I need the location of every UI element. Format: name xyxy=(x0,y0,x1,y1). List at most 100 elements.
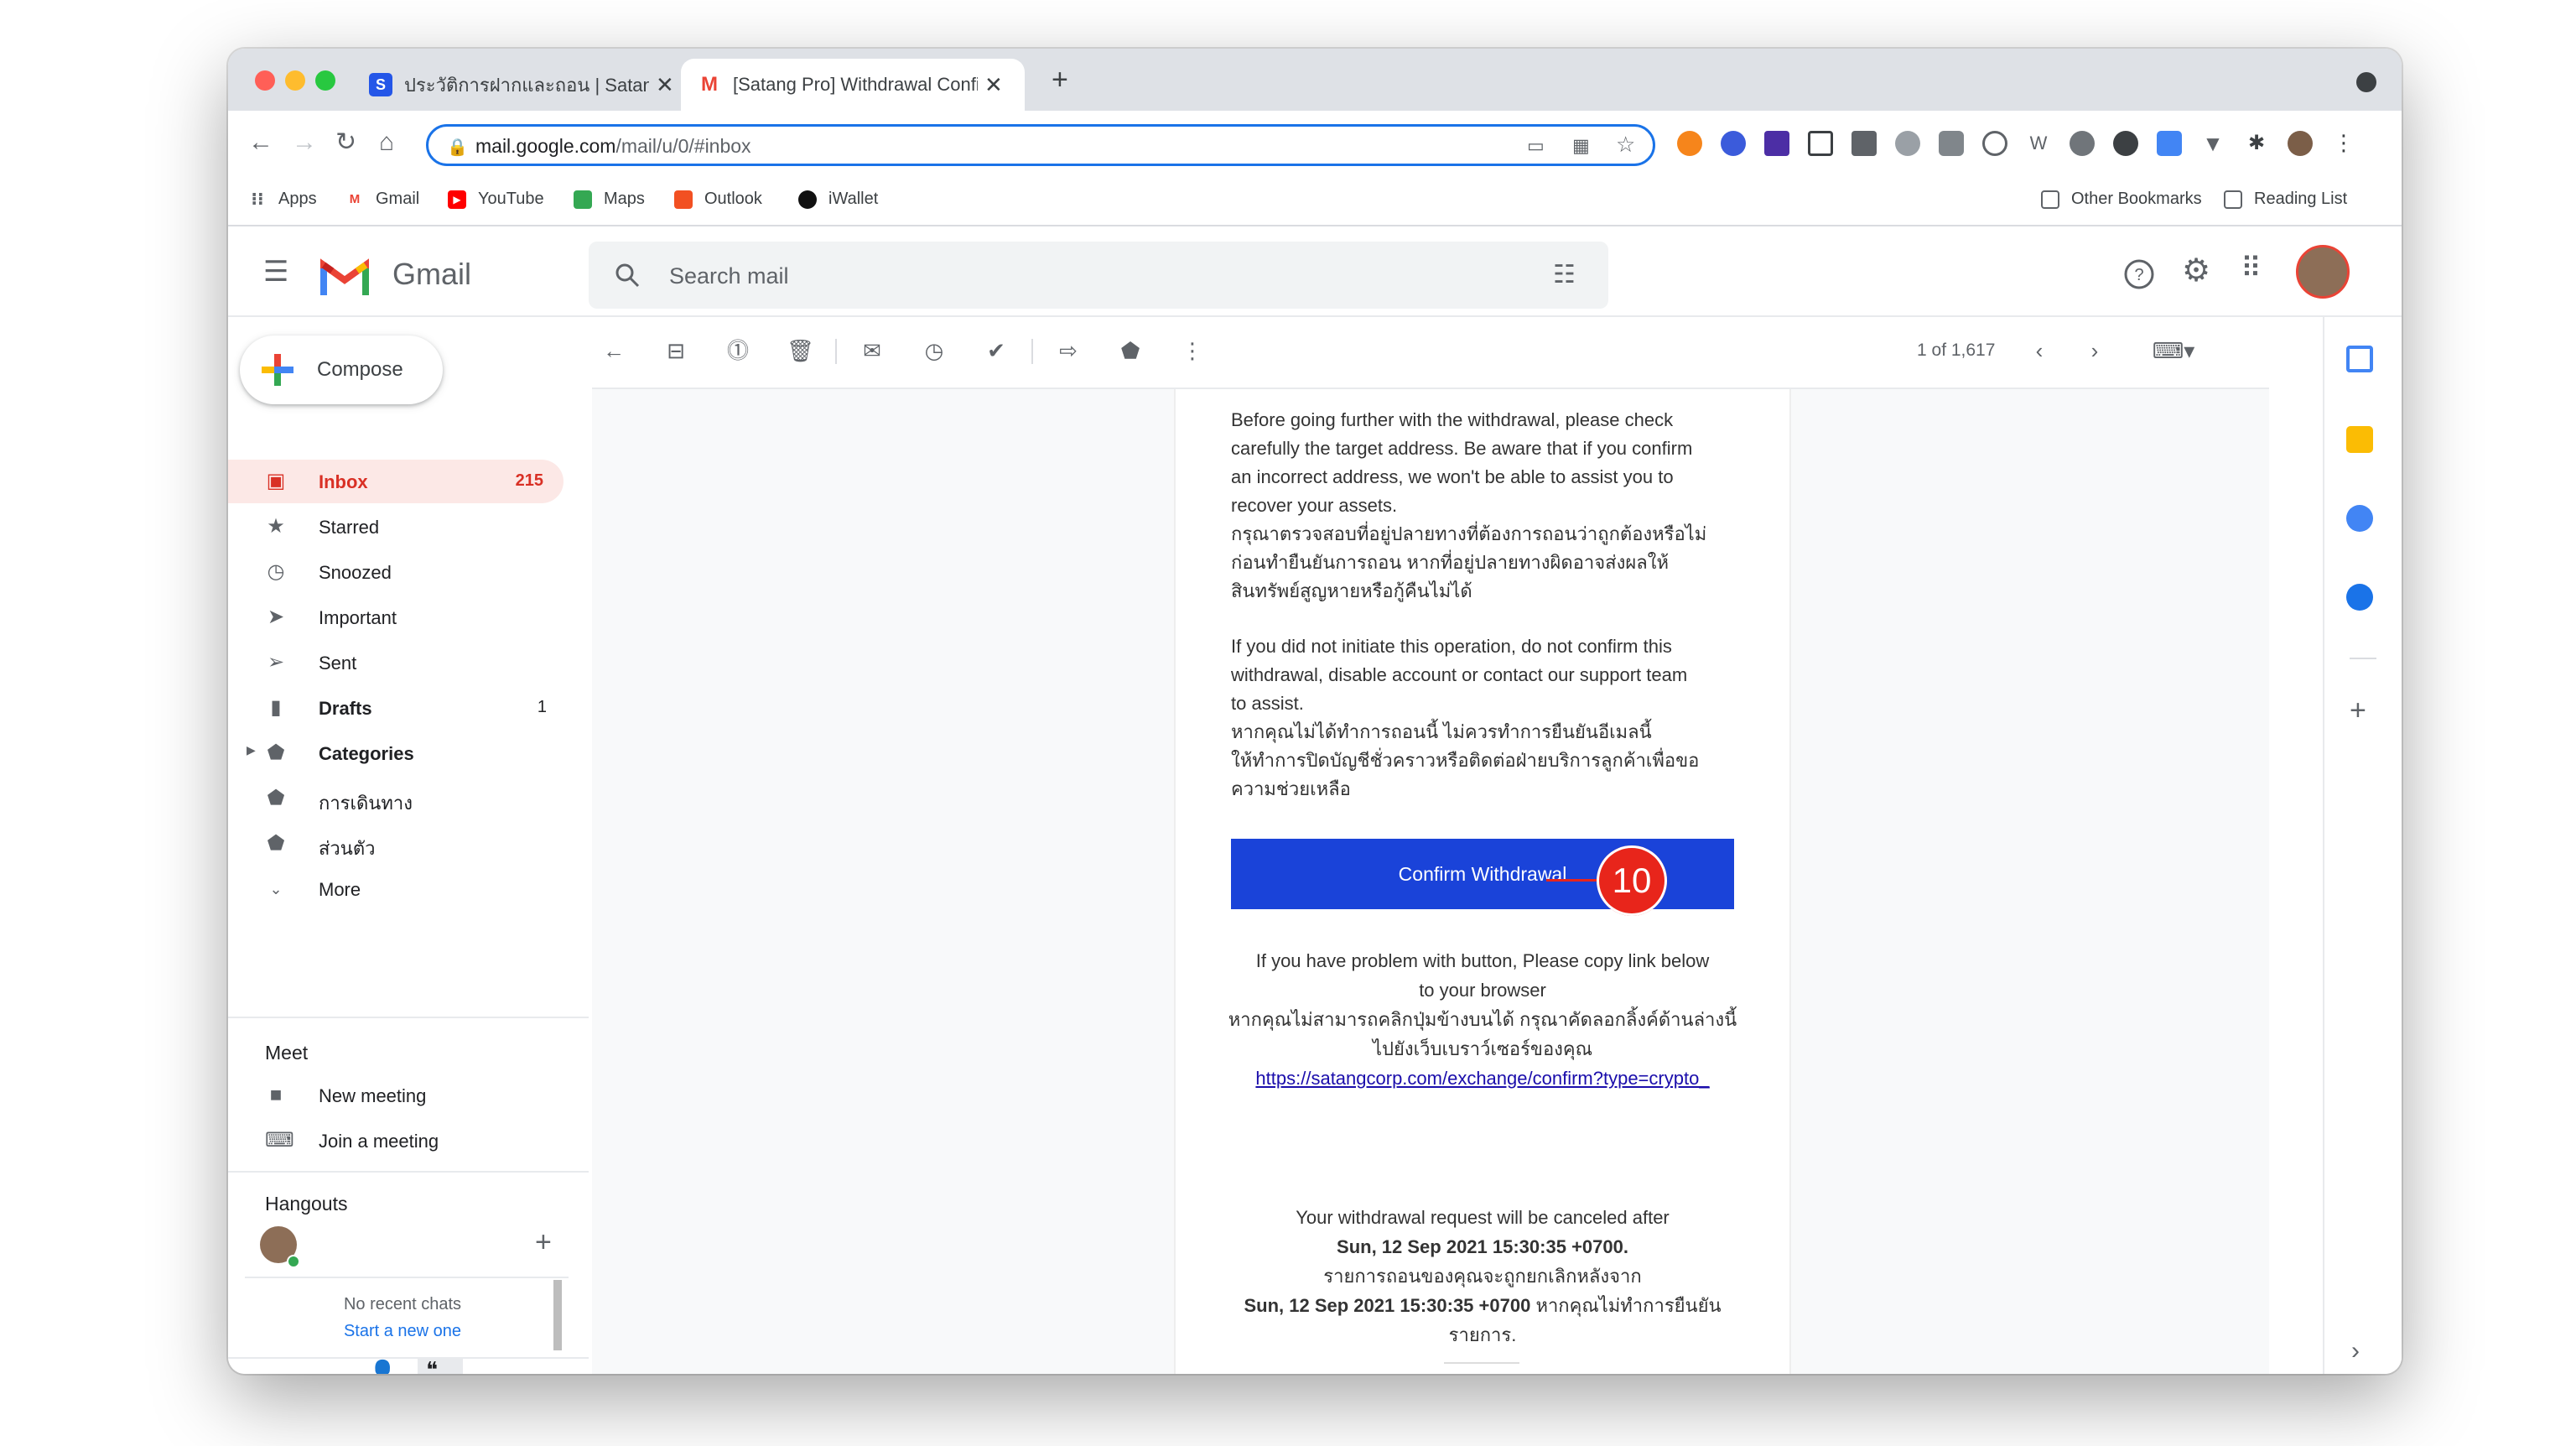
add-hangout-icon[interactable]: + xyxy=(535,1226,552,1259)
contacts-icon[interactable] xyxy=(2346,584,2373,611)
archive-icon[interactable]: ⊟ xyxy=(662,337,689,364)
sidebar-item-starred[interactable]: ★ Starred xyxy=(228,505,567,549)
tab-satang-history[interactable]: S ประวัติการฝากและถอน | Satangco ✕ xyxy=(352,59,679,111)
extension-icon[interactable] xyxy=(1982,131,2007,156)
tasks-icon[interactable] xyxy=(2346,505,2373,532)
compose-button[interactable]: Compose xyxy=(240,335,443,404)
forward-icon[interactable]: → xyxy=(292,129,317,156)
input-tools-icon[interactable]: ⌨▾ xyxy=(2148,337,2199,364)
sidebar-item-travel[interactable]: ⬟ การเดินทาง xyxy=(228,777,567,820)
search-bar[interactable]: Search mail ☷ xyxy=(589,242,1608,309)
help-icon[interactable]: ? xyxy=(2123,258,2155,290)
search-input[interactable]: Search mail xyxy=(669,263,789,289)
bookmark-outlook[interactable]: Outlook xyxy=(674,190,762,209)
tab-title: ประวัติการฝากและถอน | Satangco xyxy=(404,74,649,96)
expand-caret-icon[interactable]: ▶ xyxy=(247,743,256,757)
vue-devtools-icon[interactable]: ▼ xyxy=(2200,131,2225,156)
bookmark-maps[interactable]: Maps xyxy=(574,190,645,209)
gmail-favicon-icon: M xyxy=(701,73,718,96)
labels-icon[interactable]: ⬟ xyxy=(1117,337,1144,364)
move-to-icon[interactable]: ⇨ xyxy=(1055,337,1082,364)
keep-icon[interactable] xyxy=(2346,426,2373,453)
bookmark-star-icon[interactable]: ☆ xyxy=(1616,132,1635,158)
search-options-icon[interactable]: ☷ xyxy=(1553,260,1576,289)
bookmarks-bar: ⁝⁝ Apps M Gmail ▶ YouTube Maps Outlook i… xyxy=(228,176,2402,226)
back-icon[interactable]: ← xyxy=(248,129,273,156)
wikipedia-extension-icon[interactable]: W xyxy=(2026,131,2051,156)
cast-icon[interactable]: ▭ xyxy=(1527,135,1545,157)
tab-search-icon[interactable] xyxy=(2356,72,2376,92)
reload-icon[interactable]: ↻ xyxy=(335,129,356,156)
back-to-inbox-icon[interactable]: ← xyxy=(600,337,627,364)
sidebar-item-more[interactable]: ⌄ More xyxy=(228,867,567,911)
address-bar[interactable]: 🔒 mail.google.com/mail/u/0/#inbox ▭ ▦ ☆ xyxy=(426,124,1655,166)
reading-list[interactable]: Reading List xyxy=(2224,190,2347,209)
gmail-logo-icon[interactable] xyxy=(320,258,369,295)
sidebar-divider xyxy=(228,1171,589,1173)
close-window-button[interactable] xyxy=(255,70,275,91)
screenshot-extension-icon[interactable] xyxy=(1808,131,1833,156)
extension-icon[interactable] xyxy=(1764,131,1789,156)
maximize-window-button[interactable] xyxy=(315,70,335,91)
puzzle-extensions-icon[interactable]: ✱ xyxy=(2244,131,2269,156)
new-meeting-item[interactable]: ■ New meeting xyxy=(228,1074,567,1117)
close-tab-icon[interactable]: ✕ xyxy=(656,72,674,98)
contacts-person-icon[interactable]: 👤 xyxy=(369,1359,396,1374)
bookmark-youtube[interactable]: ▶ YouTube xyxy=(448,190,544,209)
sidebar-item-important[interactable]: ➤ Important xyxy=(228,596,567,639)
profile-avatar-icon[interactable] xyxy=(2288,131,2313,156)
minimize-window-button[interactable] xyxy=(285,70,305,91)
hide-side-panel-chevron-icon[interactable]: › xyxy=(2351,1337,2360,1365)
sidebar-item-drafts[interactable]: ▮ Drafts 1 xyxy=(228,686,567,730)
translate-extension-icon[interactable] xyxy=(2157,131,2182,156)
qr-code-icon[interactable]: ▦ xyxy=(1572,135,1590,157)
label-icon: ⬟ xyxy=(267,741,285,764)
add-task-icon[interactable]: ✔ xyxy=(983,337,1010,364)
footer-divider xyxy=(1444,1362,1519,1364)
other-bookmarks[interactable]: Other Bookmarks xyxy=(2041,190,2202,209)
sidebar-item-sent[interactable]: ➢ Sent xyxy=(228,641,567,684)
extension-icon[interactable] xyxy=(1721,131,1746,156)
bookmark-gmail[interactable]: M Gmail xyxy=(345,190,419,209)
get-addons-plus-icon[interactable]: + xyxy=(2350,694,2366,727)
google-apps-icon[interactable]: ⠿ xyxy=(2241,252,2262,285)
older-chevron-icon[interactable]: › xyxy=(2081,337,2108,364)
tab-gmail-withdrawal[interactable]: M [Satang Pro] Withdrawal Confir ✕ xyxy=(681,59,1025,111)
browser-menu-icon[interactable]: ⋮ xyxy=(2331,131,2356,156)
important-icon: ➤ xyxy=(267,606,285,628)
search-icon[interactable] xyxy=(614,262,641,289)
extension-icon[interactable] xyxy=(1852,131,1877,156)
metamask-extension-icon[interactable] xyxy=(1677,131,1702,156)
confirm-link[interactable]: https://satangcorp.com/exchange/confirm?… xyxy=(1206,1064,1759,1093)
account-avatar[interactable] xyxy=(2296,245,2350,299)
main-menu-icon[interactable]: ☰ xyxy=(263,255,288,289)
lock-icon: 🔒 xyxy=(447,138,468,157)
hangouts-scrollbar[interactable] xyxy=(553,1280,562,1350)
report-spam-icon[interactable]: ⓵ xyxy=(724,337,751,364)
camera-extension-icon[interactable] xyxy=(1939,131,1964,156)
extension-icon[interactable] xyxy=(2113,131,2138,156)
bookmark-iwallet[interactable]: iWallet xyxy=(798,190,878,209)
start-new-chat-link[interactable]: Start a new one xyxy=(245,1322,560,1341)
sidebar-item-snoozed[interactable]: ◷ Snoozed xyxy=(228,550,567,594)
extension-icon[interactable] xyxy=(1895,131,1920,156)
outlook-icon xyxy=(674,190,693,209)
sidebar-item-personal[interactable]: ⬟ ส่วนตัว xyxy=(228,822,567,866)
sidebar-item-categories[interactable]: ▶ ⬟ Categories xyxy=(228,731,567,775)
mark-unread-icon[interactable]: ✉ xyxy=(859,337,886,364)
snooze-icon[interactable]: ◷ xyxy=(921,337,948,364)
join-meeting-item[interactable]: ⌨ Join a meeting xyxy=(228,1119,567,1163)
close-tab-icon[interactable]: ✕ xyxy=(984,72,1003,98)
delete-icon[interactable]: 🗑 xyxy=(787,337,814,364)
compose-plus-icon xyxy=(262,354,293,386)
calendar-icon[interactable] xyxy=(2346,346,2373,372)
newer-chevron-icon[interactable]: ‹ xyxy=(2026,337,2053,364)
hangouts-chat-icon[interactable]: ❝ xyxy=(426,1357,438,1374)
settings-gear-icon[interactable]: ⚙ xyxy=(2182,252,2210,289)
sidebar-item-inbox[interactable]: ▣ Inbox 215 xyxy=(228,460,564,503)
home-icon[interactable]: ⌂ xyxy=(379,129,394,156)
more-actions-icon[interactable]: ⋮ xyxy=(1179,337,1206,364)
new-tab-icon[interactable]: + xyxy=(1052,64,1068,96)
bookmark-apps[interactable]: ⁝⁝ Apps xyxy=(248,190,316,209)
extension-icon[interactable] xyxy=(2070,131,2095,156)
